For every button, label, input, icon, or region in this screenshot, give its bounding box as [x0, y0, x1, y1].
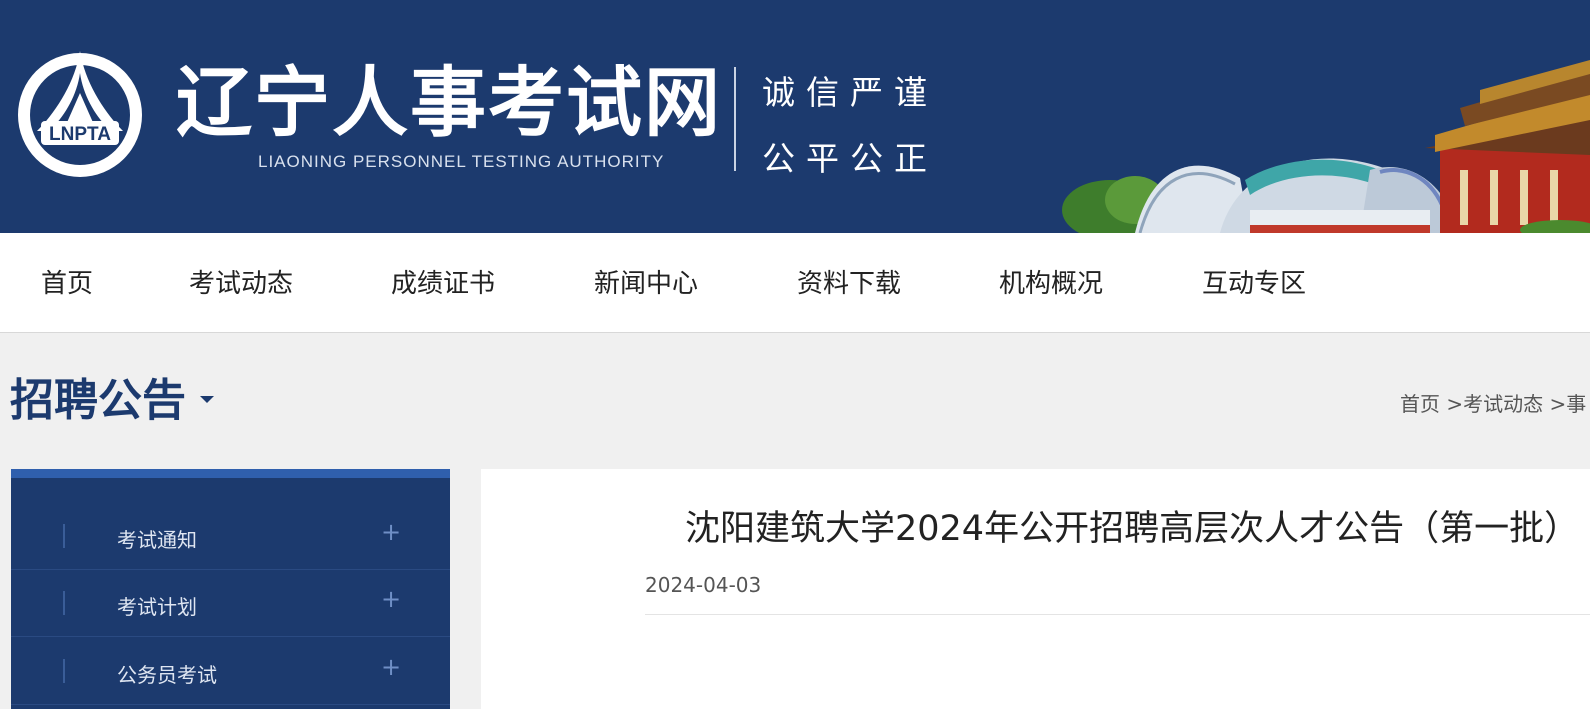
breadcrumb-home[interactable]: 首页	[1400, 392, 1440, 416]
motto-line-1: 诚信严谨	[762, 73, 938, 112]
breadcrumb-separator: >	[1543, 392, 1567, 416]
header-divider	[734, 67, 736, 171]
sidebar-item-label: 考试通知	[117, 528, 197, 552]
sidebar-item-marker	[63, 659, 65, 683]
nav-item-home[interactable]: 首页	[41, 263, 93, 300]
sidebar-item-label: 公务员考试	[117, 663, 217, 687]
expand-plus-icon[interactable]: +	[381, 585, 401, 613]
nav-item-scores-certificates[interactable]: 成绩证书	[391, 263, 495, 300]
breadcrumb-current[interactable]: 事	[1566, 392, 1586, 416]
sidebar-item-marker	[63, 524, 65, 548]
article-panel: 沈阳建筑大学2024年公开招聘高层次人才公告（第一批） 2024-04-03	[481, 469, 1590, 709]
nav-item-exam-news[interactable]: 考试动态	[189, 263, 293, 300]
caret-down-icon[interactable]	[200, 396, 214, 403]
sidebar-menu: 考试通知 + 考试计划 + 公务员考试 +	[11, 469, 450, 709]
logo-text: LNPTA	[49, 124, 111, 145]
expand-plus-icon[interactable]: +	[381, 518, 401, 546]
article-date: 2024-04-03	[645, 573, 762, 597]
breadcrumb-separator: >	[1440, 392, 1464, 416]
header-scenery-image	[1062, 60, 1590, 233]
main-nav: 首页 考试动态 成绩证书 新闻中心 资料下载 机构概况 互动专区	[0, 233, 1590, 333]
site-subtitle: LIAONING PERSONNEL TESTING AUTHORITY	[258, 152, 665, 171]
sidebar-item-exam-plan[interactable]: 考试计划 +	[11, 569, 450, 637]
sidebar-item-exam-notice[interactable]: 考试通知 +	[11, 502, 450, 570]
article-divider	[645, 614, 1590, 615]
site-header: LNPTA 辽宁人事考试网 LIAONING PERSONNEL TESTING…	[0, 0, 1590, 233]
sidebar-item-marker	[63, 591, 65, 615]
article-title: 沈阳建筑大学2024年公开招聘高层次人才公告（第一批）	[685, 509, 1580, 549]
nav-item-news-center[interactable]: 新闻中心	[594, 263, 698, 300]
sidebar-accent-bar	[11, 469, 450, 478]
breadcrumb: 首页 >考试动态 >事	[1400, 388, 1586, 417]
nav-item-downloads[interactable]: 资料下载	[797, 263, 901, 300]
expand-plus-icon[interactable]: +	[381, 653, 401, 681]
motto-line-2: 公平公正	[762, 139, 938, 178]
nav-item-interaction[interactable]: 互动专区	[1202, 263, 1306, 300]
site-title[interactable]: 辽宁人事考试网	[176, 58, 722, 148]
breadcrumb-exam-news[interactable]: 考试动态	[1463, 392, 1543, 416]
lnpta-logo[interactable]: LNPTA	[15, 43, 145, 181]
sidebar-item-label: 考试计划	[117, 595, 197, 619]
nav-item-about[interactable]: 机构概况	[999, 263, 1103, 300]
sidebar-item-civil-service-exam[interactable]: 公务员考试 +	[11, 637, 450, 705]
section-title: 招聘公告	[10, 375, 186, 426]
